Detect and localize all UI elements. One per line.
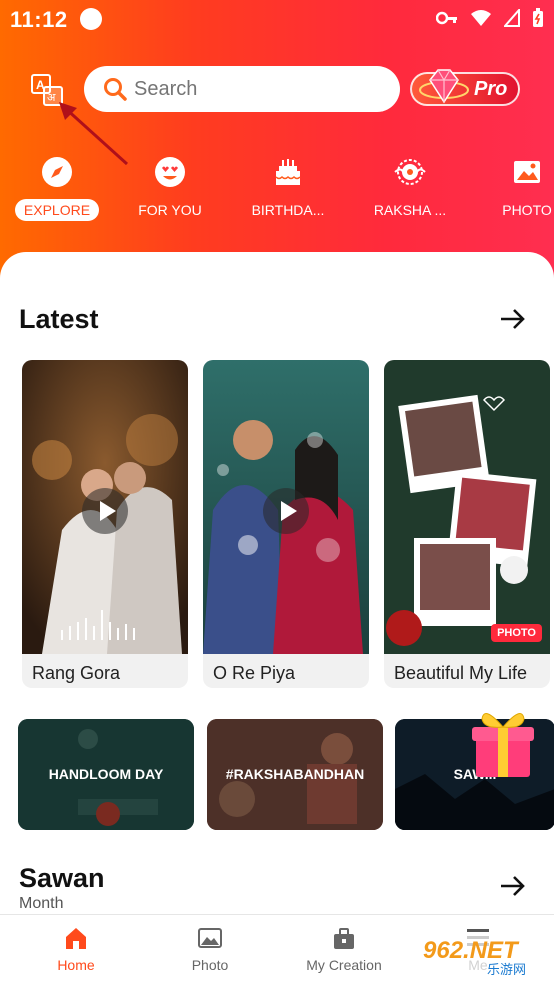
watermark-graphic: 962.NET 乐游网 [415, 934, 550, 978]
latest-title: Latest [19, 304, 99, 334]
nav-label: My Creation [306, 957, 382, 973]
wifi-icon [471, 10, 491, 26]
search-icon [104, 78, 127, 101]
latest-see-all-arrow-icon[interactable] [499, 305, 527, 333]
play-icon[interactable] [263, 488, 309, 534]
gem-icon [419, 69, 469, 104]
nav-photo[interactable]: Photo [143, 925, 277, 973]
latest-card[interactable]: O Re Piya [203, 360, 369, 688]
battery-icon [533, 8, 543, 27]
category-label: PHOTO [502, 202, 552, 218]
photo-badge: PHOTO [491, 624, 542, 642]
status-bar: 11:12 [0, 0, 554, 40]
sawan-subtitle: Month [19, 895, 64, 912]
nav-my-creation[interactable]: My Creation [277, 925, 411, 973]
cake-icon [275, 159, 301, 185]
nav-home[interactable]: Home [9, 925, 143, 973]
status-time: 11:12 [10, 7, 68, 32]
pro-button[interactable]: Pro [410, 69, 520, 106]
status-icons [436, 8, 544, 28]
category-bar: EXPLORE FOR YOU BIRTHDA... RAKSHA ... PH… [0, 150, 554, 230]
pro-label: Pro [474, 78, 508, 100]
heart-eyes-icon [155, 157, 185, 187]
tile-label: #RAKSHABANDHAN [225, 766, 365, 783]
home-icon [66, 928, 86, 949]
category-tile[interactable]: HANDLOOM DAY [18, 719, 194, 830]
svg-text:962.NET: 962.NET [423, 937, 520, 964]
category-label: RAKSHA ... [373, 202, 447, 218]
main-content: Latest Rang Gora O Re Piya PHOTO Beautif… [0, 252, 554, 932]
category-explore[interactable]: EXPLORE [2, 150, 112, 221]
signal-icon [504, 9, 520, 27]
category-label: FOR YOU [138, 202, 202, 218]
play-icon[interactable] [82, 488, 128, 534]
notification-dot-icon [80, 8, 102, 30]
category-for-you[interactable]: FOR YOU [115, 150, 225, 221]
category-label: EXPLORE [14, 199, 100, 221]
vpn-key-icon [436, 11, 457, 25]
card-title: Rang Gora [32, 663, 121, 683]
rakhi-icon [394, 159, 426, 185]
card-title: O Re Piya [213, 663, 296, 683]
sawan-see-all-arrow-icon[interactable] [499, 872, 527, 900]
sawan-title: Sawan [19, 863, 105, 893]
latest-card[interactable]: PHOTO Beautiful My Life [384, 360, 550, 688]
card-title: Beautiful My Life [394, 663, 528, 683]
nav-label: Home [57, 957, 95, 973]
category-raksha[interactable]: RAKSHA ... [355, 150, 465, 221]
gift-icon[interactable] [470, 705, 536, 779]
svg-text:乐游网: 乐游网 [487, 963, 526, 978]
photo-icon [198, 928, 222, 948]
compass-icon [42, 157, 72, 187]
search-bar[interactable] [84, 66, 400, 112]
category-birthday[interactable]: BIRTHDA... [233, 150, 343, 221]
photo-icon [514, 161, 540, 183]
card-thumbnail [384, 360, 550, 654]
watermark-logo: 962.NET 乐游网 [415, 930, 550, 980]
search-input[interactable] [134, 78, 384, 101]
category-photo[interactable]: PHOTO [472, 150, 554, 221]
briefcase-icon [334, 928, 354, 949]
tile-label: HANDLOOM DAY [48, 766, 164, 783]
category-tile[interactable]: #RAKSHABANDHAN [207, 719, 383, 830]
latest-card[interactable]: Rang Gora [22, 360, 188, 688]
category-label: BIRTHDA... [251, 202, 325, 218]
nav-label: Photo [191, 957, 229, 973]
